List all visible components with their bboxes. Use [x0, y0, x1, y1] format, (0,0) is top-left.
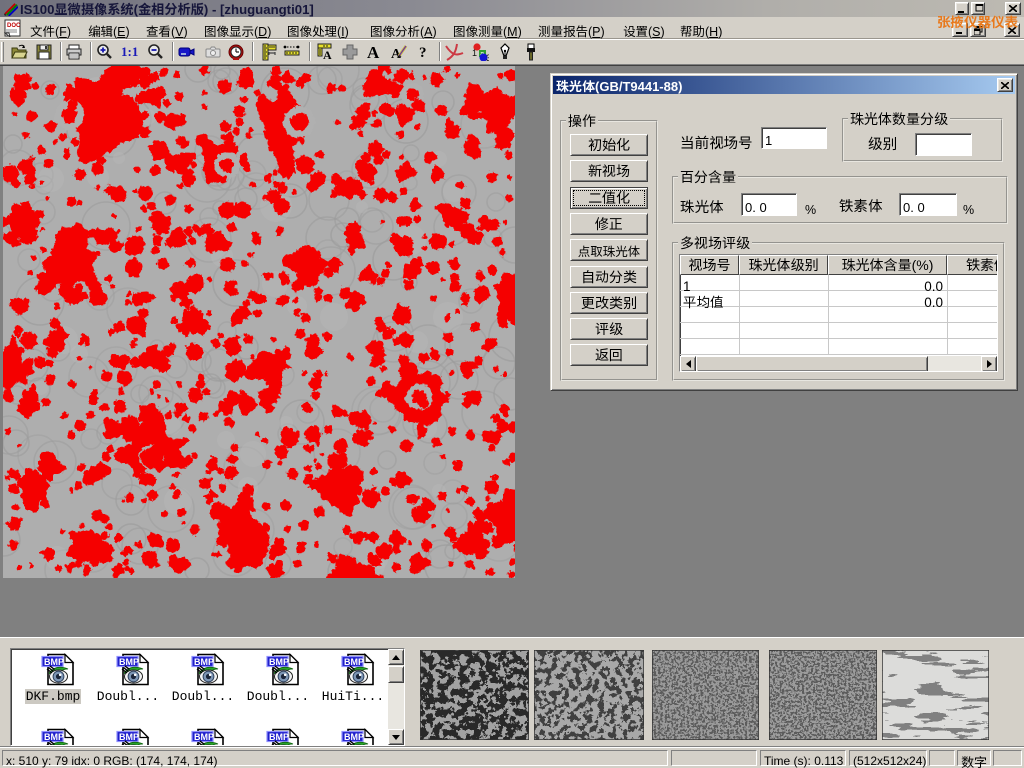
svg-text:BMP: BMP — [194, 732, 214, 742]
svg-text:BMP: BMP — [269, 732, 289, 742]
svg-text:3: 3 — [486, 53, 489, 61]
svg-text:BMP: BMP — [119, 657, 139, 667]
svg-text:A: A — [323, 48, 332, 61]
svg-text:BMP: BMP — [44, 657, 64, 667]
svg-text:DOC: DOC — [7, 23, 21, 29]
svg-text:?: ? — [419, 45, 427, 61]
svg-text:BMP: BMP — [344, 657, 364, 667]
svg-text:BMP: BMP — [44, 732, 64, 742]
svg-text:BMP: BMP — [119, 732, 139, 742]
svg-text:1:1: 1:1 — [121, 44, 138, 59]
svg-text:1: 1 — [472, 48, 477, 58]
svg-text:BMP: BMP — [269, 657, 289, 667]
svg-text:BMP: BMP — [344, 732, 364, 742]
svg-text:BMP: BMP — [194, 657, 214, 667]
svg-text:A: A — [367, 43, 380, 61]
